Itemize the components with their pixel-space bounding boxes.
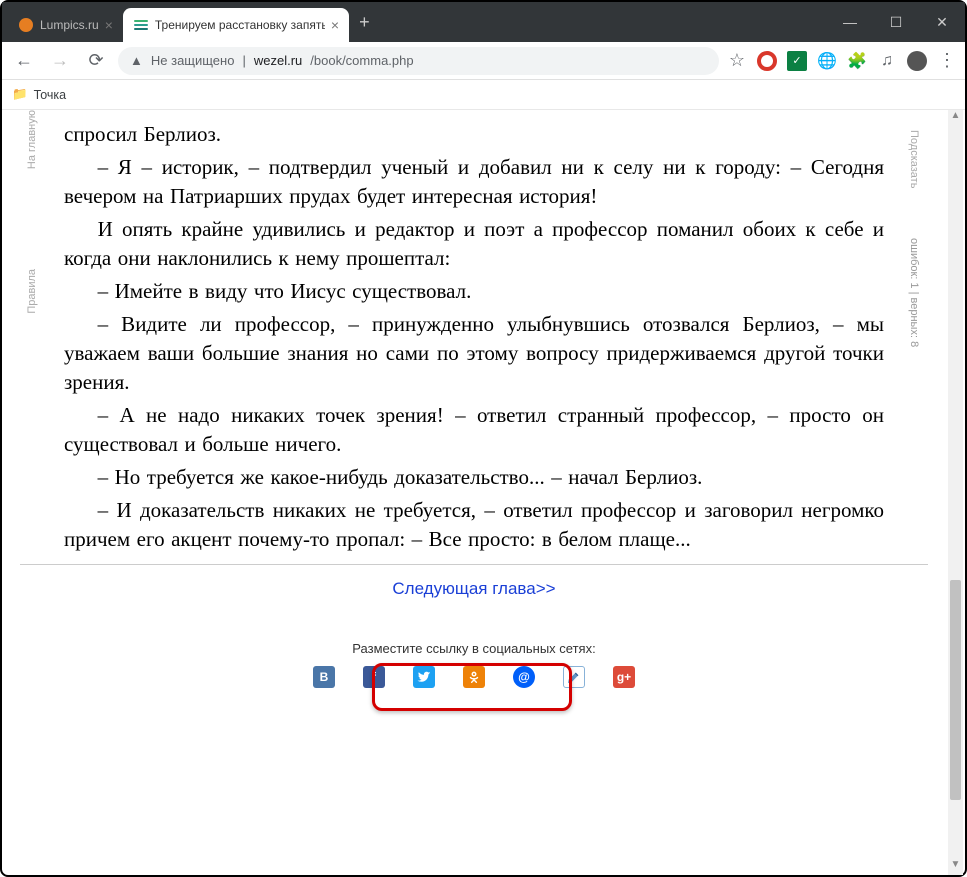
separator-line: [20, 564, 928, 565]
forward-button[interactable]: →: [46, 50, 74, 71]
url-path: /book/comma.php: [310, 53, 413, 68]
tab-title: Тренируем расстановку запяты: [155, 18, 325, 32]
share-gplus-icon[interactable]: g+: [613, 666, 635, 688]
paragraph: И опять крайне удивились и редактор и по…: [64, 215, 884, 273]
scroll-down-icon[interactable]: ▼: [948, 859, 963, 875]
share-livejournal-icon[interactable]: [563, 666, 585, 688]
address-bar[interactable]: ▲ Не защищено | wezel.ru/book/comma.php: [118, 47, 719, 75]
share-mailru-icon[interactable]: @: [513, 666, 535, 688]
page-content: На главную Правила Подсказать ошибок: 1 …: [2, 110, 948, 875]
insecure-label: Не защищено: [151, 53, 235, 68]
reader-text[interactable]: спросил Берлиоз. – Я – историк, – подтве…: [64, 120, 884, 554]
scroll-up-icon[interactable]: ▲: [948, 110, 963, 126]
paragraph: спросил Берлиоз.: [64, 120, 884, 149]
music-ext-icon[interactable]: ♫: [877, 51, 897, 71]
tab-strip: Lumpics.ru × Тренируем расстановку запят…: [2, 2, 827, 42]
paragraph: – А не надо никаких точек зрения! – отве…: [64, 401, 884, 459]
extensions-icon[interactable]: 🧩: [847, 51, 867, 71]
rail-home-link[interactable]: На главную: [26, 110, 38, 189]
paragraph: – И доказательств никаких не требуется, …: [64, 496, 884, 554]
rail-rules-link[interactable]: Правила: [26, 269, 38, 334]
browser-menu-icon[interactable]: ⋮: [937, 51, 957, 71]
paragraph: – Я – историк, – подтвердил ученый и доб…: [64, 153, 884, 211]
profile-avatar[interactable]: [907, 51, 927, 71]
green-check-ext-icon[interactable]: ✓: [787, 51, 807, 71]
reload-button[interactable]: ⟳: [82, 50, 110, 71]
share-facebook-icon[interactable]: f: [363, 666, 385, 688]
insecure-icon: ▲: [130, 53, 143, 68]
tab-close-icon[interactable]: ×: [105, 17, 113, 33]
tab-wezel[interactable]: Тренируем расстановку запяты ×: [123, 8, 349, 42]
window-titlebar: Lumpics.ru × Тренируем расстановку запят…: [2, 2, 965, 42]
bookmark-star-icon[interactable]: ☆: [727, 51, 747, 71]
extension-icons: ☆ ✓ 🌐 🧩 ♫ ⋮: [727, 51, 957, 71]
share-ok-icon[interactable]: [463, 666, 485, 688]
bookmarks-bar: 📁 Точка: [2, 80, 965, 110]
favicon-lumpics: [18, 17, 34, 33]
rail-stats: ошибок: 1 | верных: 8: [908, 218, 920, 347]
vertical-scrollbar[interactable]: ▲ ▼: [948, 110, 963, 875]
next-chapter-link[interactable]: Следующая глава>>: [378, 573, 569, 605]
paragraph: – Видите ли профессор, – принужденно улы…: [64, 310, 884, 397]
url-host: wezel.ru: [254, 53, 302, 68]
share-label: Разместите ссылку в социальных сетях:: [20, 641, 928, 656]
back-button[interactable]: ←: [10, 50, 38, 71]
favicon-wezel: [133, 17, 149, 33]
globe-ext-icon[interactable]: 🌐: [817, 51, 837, 71]
window-close-button[interactable]: ✕: [919, 2, 965, 42]
left-rail: На главную Правила: [20, 110, 44, 650]
tab-lumpics[interactable]: Lumpics.ru ×: [8, 8, 123, 42]
share-icons-row: B f @ g+: [20, 666, 928, 688]
paragraph: – Имейте в виду что Иисус существовал.: [64, 277, 884, 306]
tab-title: Lumpics.ru: [40, 18, 99, 32]
window-maximize-button[interactable]: ☐: [873, 2, 919, 42]
rail-hint-link[interactable]: Подсказать: [908, 110, 920, 188]
tab-close-icon[interactable]: ×: [331, 17, 339, 33]
share-twitter-icon[interactable]: [413, 666, 435, 688]
folder-icon: 📁: [12, 87, 28, 102]
page-viewport: На главную Правила Подсказать ошибок: 1 …: [2, 110, 965, 875]
new-tab-button[interactable]: +: [349, 12, 380, 33]
separator: |: [242, 53, 245, 68]
browser-toolbar: ← → ⟳ ▲ Не защищено | wezel.ru/book/comm…: [2, 42, 965, 80]
scrollbar-thumb[interactable]: [950, 580, 961, 800]
bookmark-item[interactable]: Точка: [34, 88, 67, 102]
window-minimize-button[interactable]: —: [827, 2, 873, 42]
opera-ext-icon[interactable]: [757, 51, 777, 71]
right-rail: Подсказать ошибок: 1 | верных: 8: [902, 110, 926, 650]
paragraph: – Но требуется же какое-нибудь доказател…: [64, 463, 884, 492]
share-vk-icon[interactable]: B: [313, 666, 335, 688]
